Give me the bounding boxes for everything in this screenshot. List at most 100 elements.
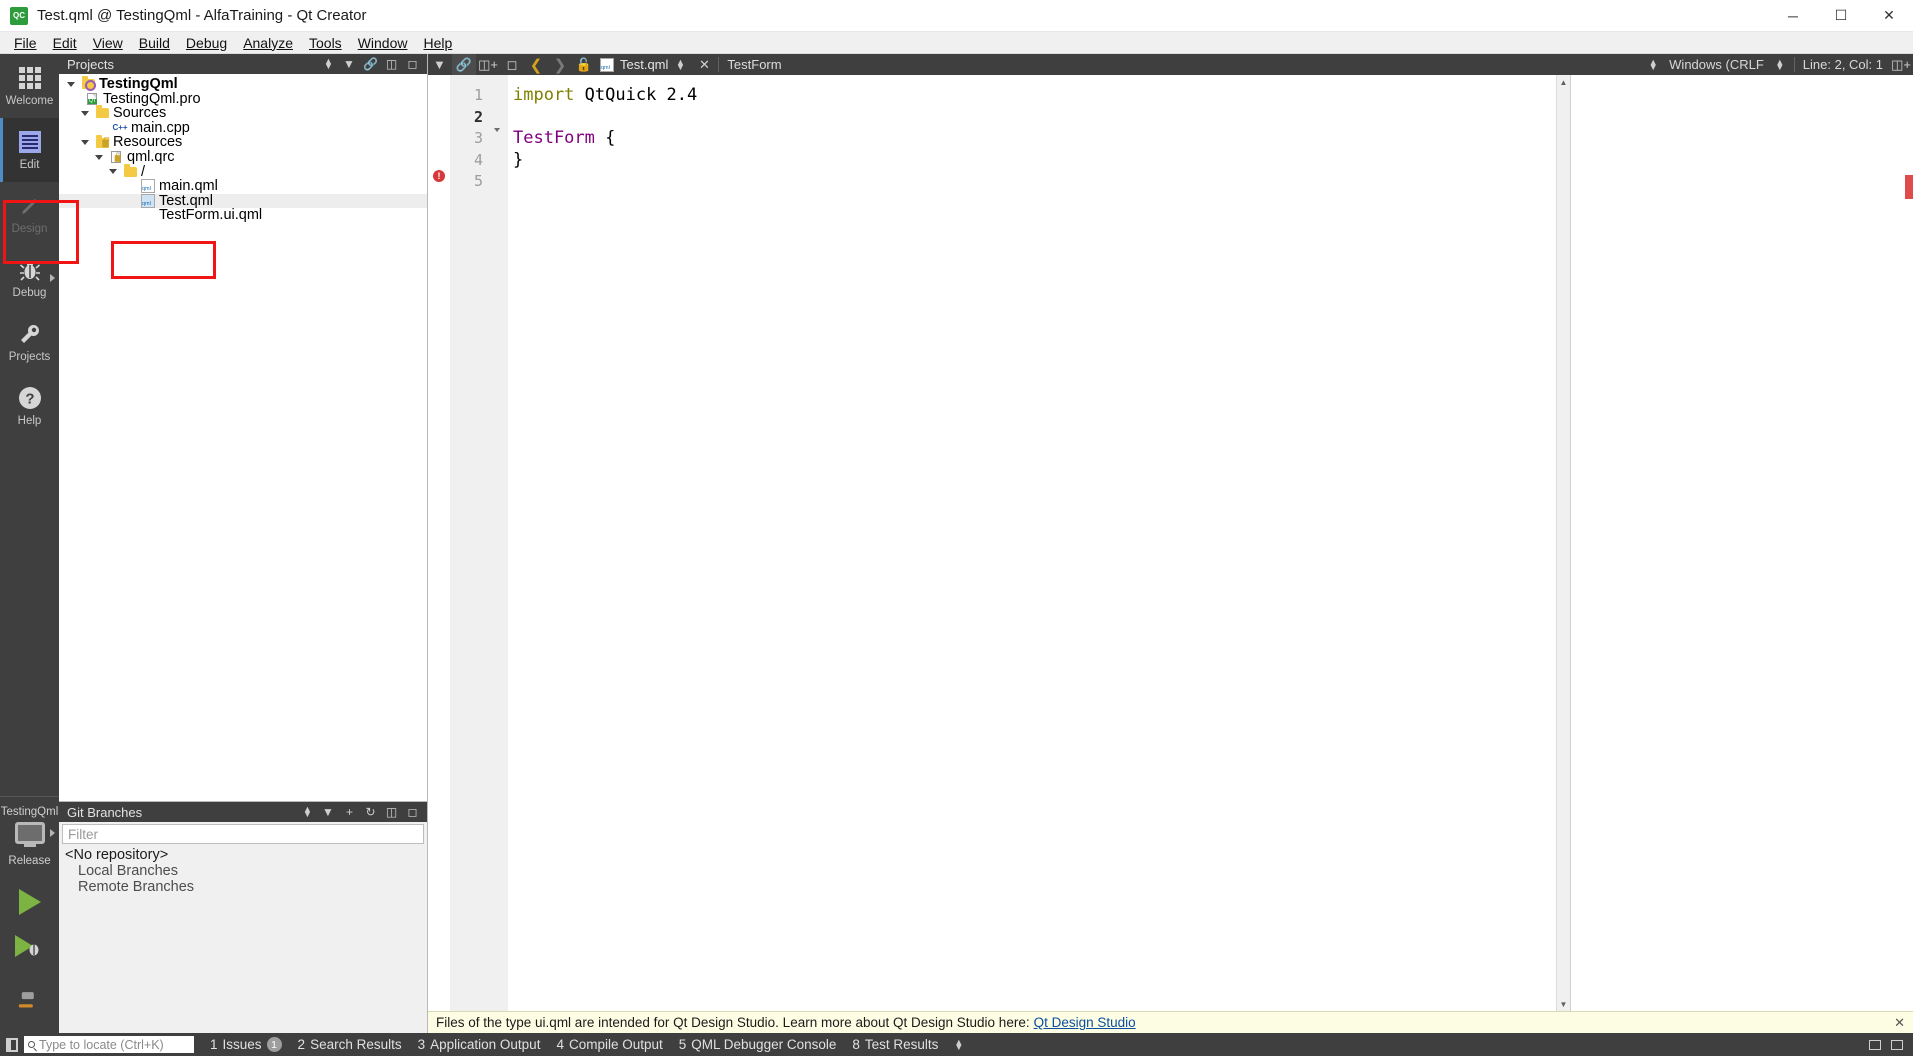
progress-icon[interactable] (1869, 1039, 1881, 1050)
output-pane-dropdown-icon[interactable]: ▲ ▼ (946, 1037, 971, 1051)
git-branch-list[interactable]: <No repository> Local Branches Remote Br… (59, 845, 427, 1033)
menu-edit[interactable]: Edit (45, 33, 85, 53)
tree-item-main-qml[interactable]: qml main.qml (59, 179, 427, 194)
tree-item-main-cpp[interactable]: C++ main.cpp (59, 121, 427, 136)
tree-item-testform-ui-qml[interactable]: TestForm.ui.qml (59, 208, 427, 223)
code-token: { (594, 128, 616, 149)
tree-item-qrc[interactable]: qml.qrc (59, 150, 427, 165)
expand-arrow-icon[interactable] (91, 154, 107, 160)
info-bar-close-icon[interactable]: ✕ (1894, 1015, 1905, 1031)
mode-welcome[interactable]: Welcome (0, 54, 59, 118)
error-marker-icon[interactable]: ! (433, 170, 445, 182)
chevron-right-icon[interactable]: ❯ (548, 54, 572, 75)
code-line: import QtQuick 2.4 (513, 85, 1556, 107)
minimize-button[interactable]: ─ (1769, 0, 1817, 32)
sort-updown-icon[interactable]: ▲ ▼ (297, 803, 318, 821)
menu-file[interactable]: File (6, 33, 45, 53)
line-number: 4 (473, 150, 483, 169)
tree-item-resources[interactable]: Resources (59, 134, 427, 150)
build-hammer-button[interactable] (7, 984, 52, 1031)
git-row-remote-branches[interactable]: Remote Branches (59, 879, 427, 895)
pane-number: 2 (297, 1037, 306, 1052)
menu-view[interactable]: View (85, 33, 131, 53)
tree-item-project[interactable]: TestingQml (59, 76, 427, 92)
git-row-local-branches[interactable]: Local Branches (59, 863, 427, 879)
tree-item-pro-file[interactable]: QT TestingQml.pro (59, 91, 427, 107)
fold-arrow-icon[interactable] (494, 128, 500, 132)
mode-help[interactable]: ? Help (0, 374, 59, 438)
close-icon[interactable]: ◻ (402, 55, 423, 73)
expand-arrow-icon[interactable] (77, 110, 93, 116)
document-dropdown-icon[interactable]: ▲ ▼ (668, 54, 692, 75)
code-editor[interactable]: import QtQuick 2.4 TestForm { } (508, 75, 1556, 1011)
menu-help[interactable]: Help (415, 33, 460, 53)
filter-icon[interactable]: ▼ (318, 803, 339, 821)
output-pane-search-results[interactable]: 2 Search Results (290, 1037, 410, 1052)
add-icon[interactable]: + (339, 803, 360, 821)
fold-gutter[interactable] (490, 75, 508, 1011)
tree-item-root-prefix[interactable]: / (59, 163, 427, 180)
mode-edit[interactable]: Edit (0, 118, 59, 182)
tree-item-sources[interactable]: Sources (59, 105, 427, 121)
tree-item-test-qml[interactable]: qml Test.qml (59, 194, 427, 209)
output-pane-qml-debugger-console[interactable]: 5 QML Debugger Console (671, 1037, 845, 1052)
mode-design[interactable]: Design (0, 182, 59, 246)
expand-arrow-icon[interactable] (105, 169, 121, 175)
editor-vertical-scrollbar[interactable]: ▲ ▼ (1556, 75, 1570, 1011)
sort-updown-icon[interactable]: ▲ ▼ (318, 55, 339, 73)
kit-selector[interactable]: TestingQml Release (0, 796, 59, 1033)
pane-label: Search Results (310, 1037, 402, 1052)
run-button[interactable] (18, 889, 41, 915)
output-pane-application-output[interactable]: 3 Application Output (410, 1037, 549, 1052)
filter-icon[interactable]: ▼ (339, 55, 360, 73)
split-icon[interactable]: ◫+ (476, 54, 500, 75)
kit-target-row[interactable] (0, 822, 59, 844)
line-ending-dropdown-icon[interactable]: ▲ ▼ (1641, 54, 1665, 75)
sidebar-toggle-icon[interactable] (0, 1033, 24, 1056)
run-debug-button[interactable] (13, 933, 47, 963)
scrollbar-track[interactable] (1557, 89, 1570, 997)
maximize-button[interactable]: ☐ (1817, 0, 1865, 32)
scroll-up-icon[interactable]: ▲ (1557, 75, 1570, 89)
menu-build[interactable]: Build (131, 33, 178, 53)
qt-design-studio-link[interactable]: Qt Design Studio (1034, 1015, 1136, 1030)
pane-number: 8 (852, 1037, 860, 1052)
git-filter-input[interactable]: Filter (62, 824, 424, 844)
chevron-left-icon[interactable]: ❮ (524, 54, 548, 75)
encoding-dropdown-icon[interactable]: ▲ ▼ (1768, 54, 1792, 75)
locator-input[interactable]: Type to locate (Ctrl+K) (24, 1036, 194, 1053)
menu-window[interactable]: Window (350, 33, 416, 53)
close-button[interactable]: ✕ (1865, 0, 1913, 32)
output-pane-test-results[interactable]: 8 Test Results (844, 1037, 946, 1052)
close-icon[interactable]: ◻ (402, 803, 423, 821)
split-icon[interactable]: ◫ (381, 803, 402, 821)
link-icon[interactable]: 🔗 (452, 54, 476, 75)
add-split-icon[interactable]: ◫+ (1889, 54, 1913, 75)
maximize-output-icon[interactable] (1891, 1039, 1903, 1050)
menu-analyze[interactable]: Analyze (235, 33, 301, 53)
link-icon[interactable]: 🔗 (360, 55, 381, 73)
expand-arrow-icon[interactable] (77, 140, 93, 146)
refresh-icon[interactable]: ↻ (360, 803, 381, 821)
filter-icon[interactable]: ▼ (428, 54, 452, 75)
unlocked-icon[interactable]: 🔓 (572, 54, 596, 75)
project-tree[interactable]: TestingQml QT TestingQml.pro Sources C++… (59, 74, 427, 801)
error-overview-marker[interactable] (1905, 175, 1913, 199)
error-gutter[interactable]: ! (428, 75, 450, 1011)
symbol-selector[interactable]: TestForm (721, 57, 781, 72)
mode-edit-label: Edit (19, 158, 40, 171)
unsplit-icon[interactable]: ◻ (500, 54, 524, 75)
menu-debug[interactable]: Debug (178, 33, 235, 53)
output-pane-issues[interactable]: 1 Issues 1 (202, 1037, 290, 1052)
scroll-down-icon[interactable]: ▼ (1557, 997, 1570, 1011)
split-icon[interactable]: ◫ (381, 55, 402, 73)
line-ending-selector[interactable]: Windows (CRLF (1665, 57, 1768, 72)
close-document-icon[interactable]: ✕ (692, 54, 716, 75)
open-document-selector[interactable]: qml Test.qml (596, 57, 668, 72)
output-pane-compile-output[interactable]: 4 Compile Output (548, 1037, 670, 1052)
mode-projects[interactable]: Projects (0, 310, 59, 374)
menu-tools[interactable]: Tools (301, 33, 350, 53)
mode-debug[interactable]: Debug (0, 246, 59, 310)
pane-number: 3 (417, 1037, 426, 1052)
expand-arrow-icon[interactable] (63, 81, 79, 87)
